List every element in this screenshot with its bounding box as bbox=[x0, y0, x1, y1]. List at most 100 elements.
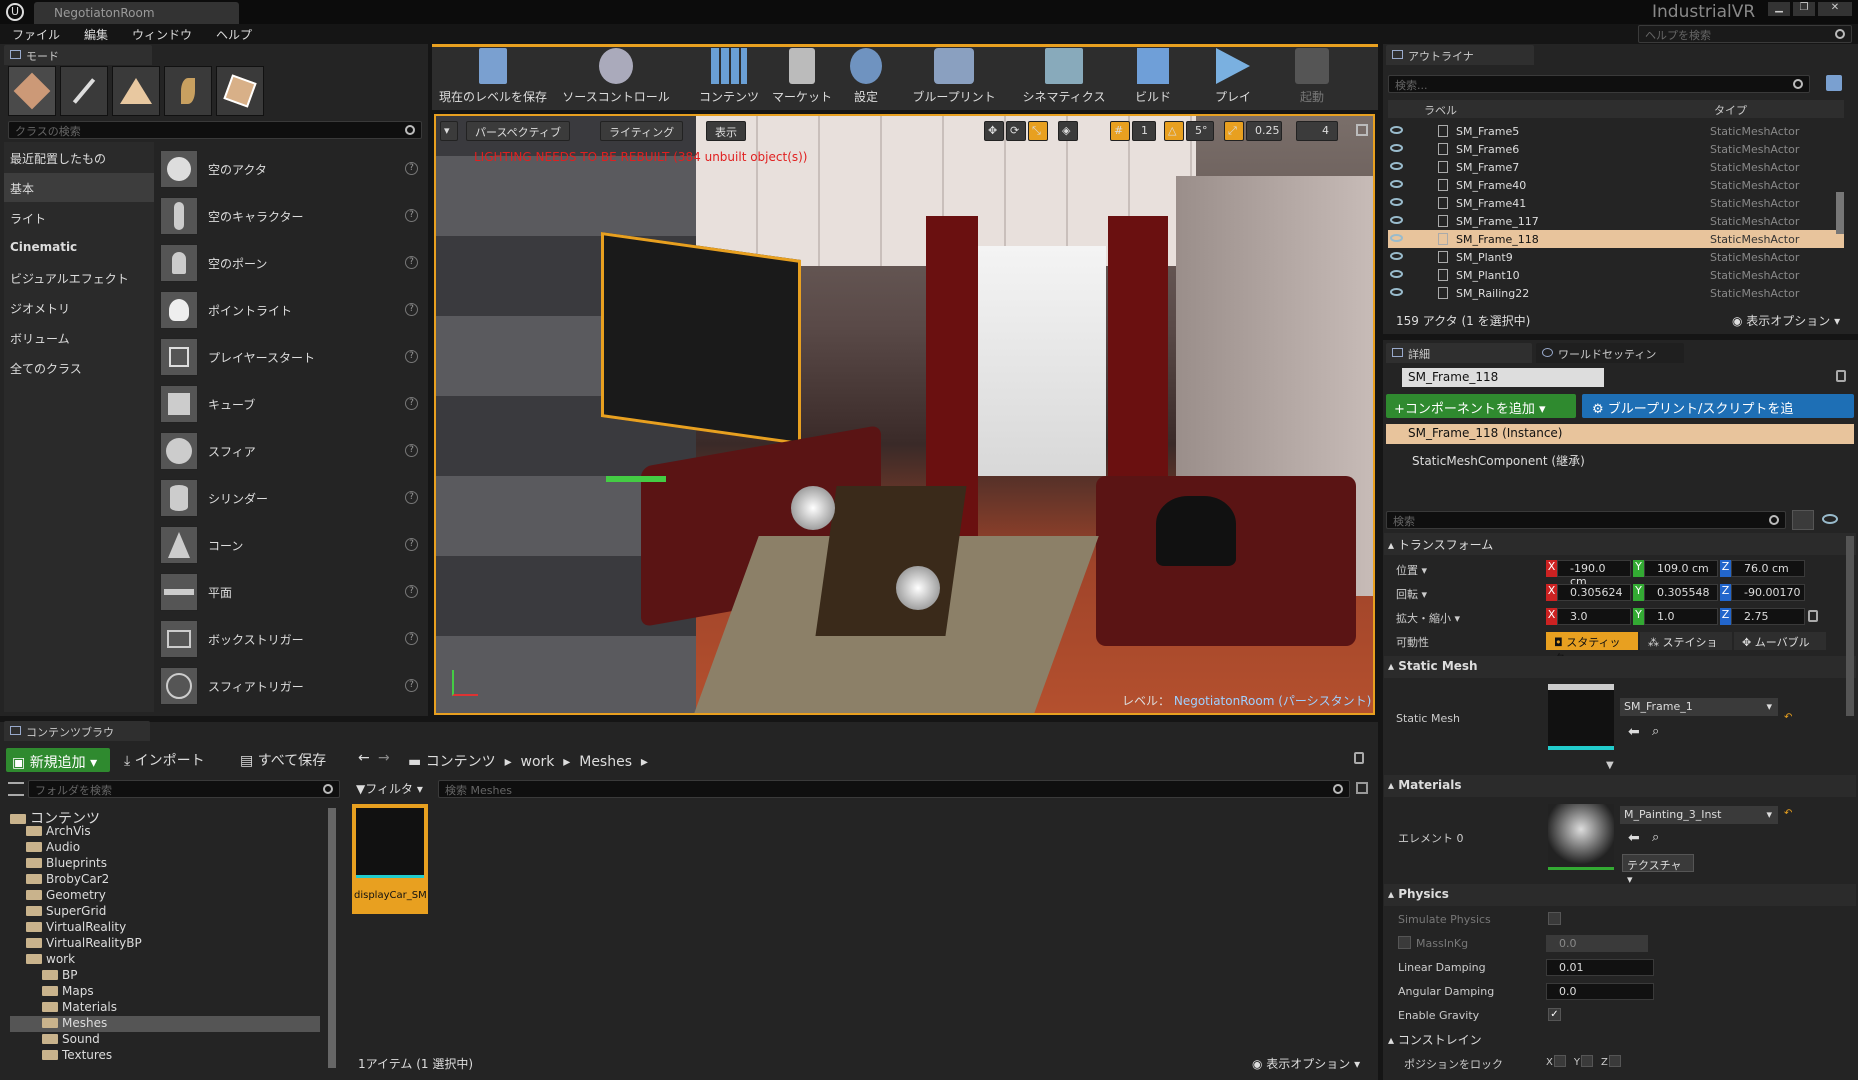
folder-tree-item[interactable]: Materials bbox=[10, 1000, 320, 1016]
scale-snap-value[interactable]: 0.25 bbox=[1246, 121, 1282, 141]
folder-tree-item[interactable]: Geometry bbox=[10, 888, 320, 904]
eye-icon[interactable] bbox=[1390, 162, 1403, 170]
add-component-button[interactable]: +コンポーネントを追加 ▾ bbox=[1386, 394, 1576, 418]
category-visual-effects[interactable]: ビジュアルエフェクト bbox=[4, 263, 154, 292]
outliner-view-options[interactable]: ◉ 表示オプション ▾ bbox=[1732, 312, 1840, 329]
use-selected-arrow-icon[interactable]: ⬅ bbox=[1628, 830, 1640, 846]
column-label[interactable]: ラベル bbox=[1424, 102, 1457, 118]
tab-modes[interactable]: モード bbox=[4, 45, 152, 65]
static-mesh-section[interactable]: ▴ Static Mesh bbox=[1384, 656, 1856, 678]
class-search-input[interactable]: クラスの検索 bbox=[8, 121, 422, 139]
category-all-classes[interactable]: 全てのクラス bbox=[4, 353, 154, 382]
import-button[interactable]: ⤓ インポート bbox=[124, 750, 205, 770]
help-icon[interactable]: ? bbox=[405, 444, 418, 457]
menu-help[interactable]: ヘルプ bbox=[216, 26, 252, 43]
transform-section[interactable]: ▴ トランスフォーム bbox=[1384, 533, 1856, 555]
eye-icon[interactable] bbox=[1390, 216, 1403, 224]
place-plane[interactable]: 平面? bbox=[160, 569, 426, 615]
help-icon[interactable]: ? bbox=[405, 303, 418, 316]
viewport[interactable] bbox=[434, 114, 1375, 715]
breadcrumb-meshes[interactable]: Meshes bbox=[579, 754, 632, 770]
eye-icon[interactable] bbox=[1390, 252, 1403, 260]
category-recent[interactable]: 最近配置したもの bbox=[4, 143, 154, 172]
use-selected-arrow-icon[interactable]: ⬅ bbox=[1628, 724, 1640, 740]
place-box-trigger[interactable]: ボックストリガー? bbox=[160, 616, 426, 662]
folder-search-input[interactable]: フォルダを検索 bbox=[28, 780, 340, 798]
folder-tree-item[interactable]: work bbox=[10, 952, 320, 968]
linear-damping-field[interactable]: 0.01 bbox=[1546, 959, 1654, 976]
material-combo[interactable]: M_Painting_3_Inst ▾ bbox=[1620, 806, 1778, 824]
place-empty-actor[interactable]: 空のアクタ? bbox=[160, 146, 426, 192]
outliner-row[interactable]: SM_Plant10 StaticMeshActor bbox=[1388, 266, 1844, 284]
mobility-stationary-button[interactable]: ⁂ ステイショ bbox=[1640, 632, 1732, 650]
marketplace-button[interactable]: マーケット bbox=[768, 48, 836, 106]
outliner-search-input[interactable]: 検索... bbox=[1388, 75, 1810, 93]
constraints-header[interactable]: ▴ コンストレイン bbox=[1388, 1031, 1482, 1048]
property-matrix-icon[interactable] bbox=[1792, 510, 1814, 530]
add-filter-icon[interactable] bbox=[1826, 75, 1842, 91]
back-arrow-icon[interactable]: ← bbox=[358, 750, 370, 766]
scale-tool[interactable]: ⤡ bbox=[1028, 121, 1048, 141]
menu-window[interactable]: ウィンドウ bbox=[132, 26, 192, 43]
folder-tree-item[interactable]: SuperGrid bbox=[10, 904, 320, 920]
transform-gizmo[interactable] bbox=[606, 476, 666, 482]
place-point-light[interactable]: ポイントライト? bbox=[160, 287, 426, 333]
menu-file[interactable]: ファイル bbox=[12, 26, 60, 43]
menu-edit[interactable]: 編集 bbox=[84, 26, 108, 43]
filter-button[interactable]: ▼フィルタ ▾ bbox=[356, 780, 423, 797]
help-icon[interactable]: ? bbox=[405, 538, 418, 551]
grid-snap-toggle[interactable]: # bbox=[1110, 121, 1130, 141]
location-x-field[interactable]: -190.0 cm bbox=[1557, 560, 1631, 588]
rotation-snap-toggle[interactable]: △ bbox=[1164, 121, 1184, 141]
folder-tree-item[interactable]: Meshes bbox=[10, 1016, 320, 1032]
location-label[interactable]: 位置 ▾ bbox=[1396, 562, 1427, 578]
actor-name-field[interactable]: SM_Frame_118 bbox=[1402, 368, 1604, 387]
outliner-row[interactable]: SM_Frame41 StaticMeshActor bbox=[1388, 194, 1844, 212]
scale-snap-toggle[interactable]: ⤢ bbox=[1224, 121, 1244, 141]
close-button[interactable]: ✕ bbox=[1818, 2, 1852, 16]
help-icon[interactable]: ? bbox=[405, 679, 418, 692]
outliner-row[interactable]: SM_Railing22 StaticMeshActor bbox=[1388, 284, 1844, 302]
outliner-row[interactable]: SM_Frame_118 StaticMeshActor bbox=[1388, 230, 1844, 248]
rotation-snap-value[interactable]: 5° bbox=[1186, 121, 1214, 141]
eye-icon[interactable] bbox=[1390, 198, 1403, 206]
lock-icon[interactable] bbox=[1836, 370, 1846, 382]
help-icon[interactable]: ? bbox=[405, 491, 418, 504]
eye-icon[interactable] bbox=[1390, 234, 1403, 242]
mobility-static-button[interactable]: ◘ スタティック bbox=[1546, 632, 1638, 665]
folder-tree-item[interactable]: ArchVis bbox=[10, 824, 320, 840]
place-mode-button[interactable] bbox=[8, 66, 56, 116]
sources-toggle-icon[interactable] bbox=[8, 782, 24, 796]
static-mesh-thumbnail[interactable] bbox=[1548, 684, 1614, 750]
material-thumbnail[interactable] bbox=[1548, 804, 1614, 870]
outliner-row[interactable]: SM_Plant9 StaticMeshActor bbox=[1388, 248, 1844, 266]
expand-advanced-icon[interactable]: ▼ bbox=[1606, 760, 1614, 771]
show-button[interactable]: 表示 bbox=[706, 121, 746, 141]
folder-tree-item[interactable]: VirtualReality bbox=[10, 920, 320, 936]
scale-x-field[interactable]: 3.0 bbox=[1557, 608, 1631, 625]
eye-icon[interactable] bbox=[1390, 144, 1403, 152]
unreal-logo-icon[interactable]: U bbox=[6, 3, 24, 21]
save-search-icon[interactable] bbox=[1356, 782, 1368, 794]
component-instance-row[interactable]: SM_Frame_118 (Instance) bbox=[1386, 424, 1854, 444]
scale-y-field[interactable]: 1.0 bbox=[1644, 608, 1718, 625]
place-empty-pawn[interactable]: 空のポーン? bbox=[160, 240, 426, 286]
simulate-physics-checkbox[interactable] bbox=[1548, 912, 1561, 925]
scale-label[interactable]: 拡大・縮小 ▾ bbox=[1396, 610, 1460, 626]
place-sphere[interactable]: スフィア? bbox=[160, 428, 426, 474]
lock-y-checkbox[interactable] bbox=[1580, 1055, 1593, 1067]
category-lights[interactable]: ライト bbox=[4, 203, 154, 232]
launch-button[interactable]: 起動 bbox=[1290, 48, 1334, 106]
browse-icon[interactable]: ⌕ bbox=[1652, 830, 1659, 845]
tree-scrollbar[interactable] bbox=[328, 808, 336, 1068]
category-geometry[interactable]: ジオメトリ bbox=[4, 293, 154, 322]
angular-damping-field[interactable]: 0.0 bbox=[1546, 983, 1654, 1000]
mass-override-checkbox[interactable] bbox=[1398, 936, 1411, 949]
geometry-mode-button[interactable] bbox=[216, 66, 264, 116]
rotation-label[interactable]: 回転 ▾ bbox=[1396, 586, 1427, 602]
rotation-x-field[interactable]: 0.305624 bbox=[1557, 584, 1631, 601]
outliner-row[interactable]: SM_Frame_117 StaticMeshActor bbox=[1388, 212, 1844, 230]
tab-outliner[interactable]: アウトライナ bbox=[1386, 45, 1534, 65]
static-mesh-component-row[interactable]: StaticMeshComponent (継承) bbox=[1394, 452, 1585, 469]
place-player-start[interactable]: プレイヤースタート? bbox=[160, 334, 426, 380]
